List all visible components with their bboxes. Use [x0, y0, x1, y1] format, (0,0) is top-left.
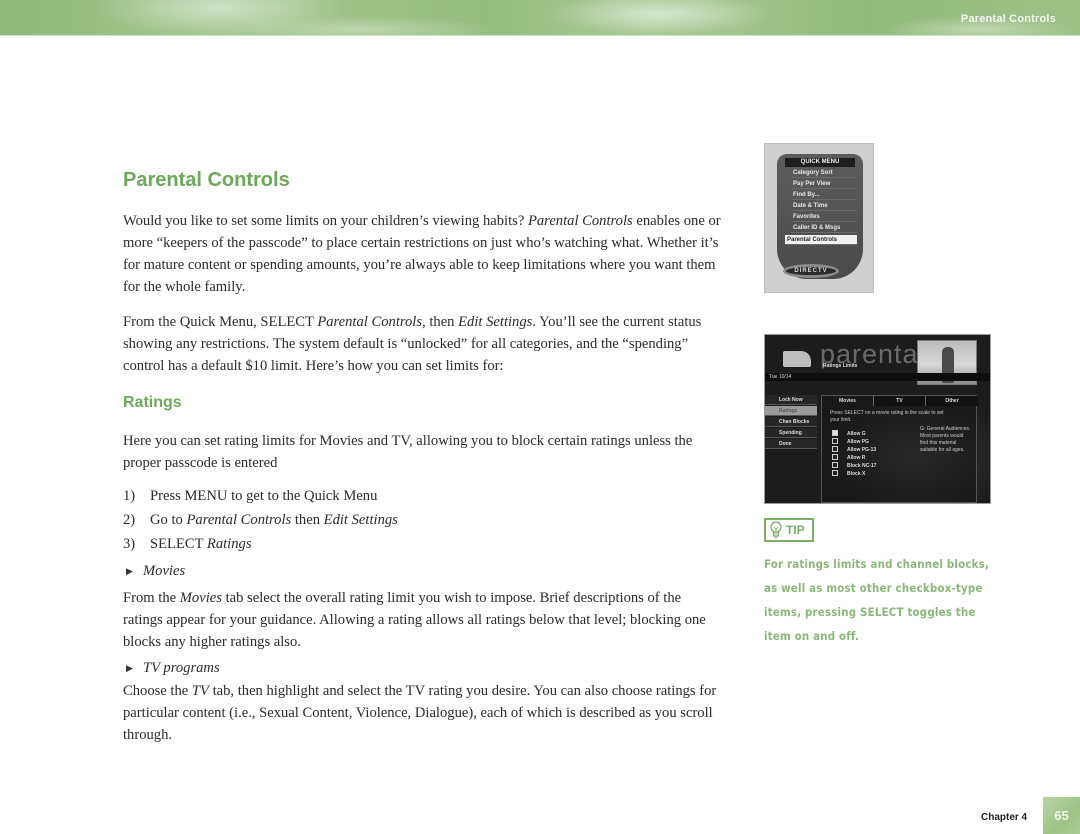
side-menu-item: Spending: [765, 428, 817, 438]
tv-bullet: ▶ TV programs: [126, 660, 220, 676]
ratings-intro: Here you can set rating limits for Movie…: [123, 433, 693, 471]
quick-menu-item: Pay Per View: [791, 179, 857, 189]
quick-menu-screenshot: QUICK MENU Category Sort Pay Per View Fi…: [764, 143, 874, 293]
side-menu-item: Lock Now: [765, 395, 817, 405]
intro-paragraph-2: From the Quick Menu, SELECT Parental Con…: [123, 314, 702, 374]
page-number: 65: [1043, 797, 1080, 834]
checkbox-icon: [832, 470, 838, 476]
instruction-text: Press SELECT on a movie rating in the sc…: [830, 410, 944, 423]
checkbox-icon: [832, 462, 838, 468]
quick-menu-item: Date & Time: [791, 201, 857, 211]
tab-tv: TV: [874, 396, 926, 406]
step-2: 2) Go to Parental Controls then Edit Sett…: [123, 512, 398, 528]
checkbox-icon: [832, 430, 838, 436]
step-3: 3) SELECT Ratings: [123, 536, 252, 552]
quick-menu-item: Category Sort: [791, 168, 857, 178]
screen-subtitle: Ratings Limits: [823, 363, 858, 369]
checkbox-icon: [832, 454, 838, 460]
quick-menu-item: Favorites: [791, 212, 857, 222]
rating-description: G: General Audiences. Most parents would…: [920, 426, 971, 453]
rating-row: Allow PG: [832, 438, 869, 446]
tip-badge: TIP: [764, 518, 814, 542]
lightbulb-icon: [770, 521, 782, 539]
rating-row: Allow R: [832, 454, 865, 462]
quick-menu-item: Find By...: [791, 190, 857, 200]
rating-row: Allow PG-13: [832, 446, 876, 454]
step-1: 1) Press MENU to get to the Quick Menu: [123, 488, 378, 504]
side-menu-item-selected: Ratings: [765, 406, 817, 416]
parental-controls-screenshot: parental Ratings Limits Tue 10/14 Lock N…: [764, 334, 991, 504]
tip-label: TIP: [786, 523, 805, 537]
page-title: Parental Controls: [123, 169, 290, 191]
directv-logo-icon: [783, 351, 811, 367]
directv-logo: DIRECTV: [783, 264, 839, 278]
movies-bullet: ▶ Movies: [126, 563, 186, 579]
side-menu-item: Chan Blocks: [765, 417, 817, 427]
tab-movies: Movies: [822, 396, 874, 406]
checkbox-icon: [832, 446, 838, 452]
triangle-bullet-icon: ▶: [126, 566, 133, 576]
movies-paragraph: From the Movies tab select the overall r…: [123, 590, 706, 650]
running-title: Parental Controls: [960, 13, 1056, 25]
tab-other: Other: [926, 396, 978, 406]
ratings-heading: Ratings: [123, 394, 182, 411]
rating-row: Allow G: [832, 430, 866, 438]
date-bar: Tue 10/14: [765, 373, 990, 381]
triangle-bullet-icon: ▶: [126, 663, 133, 673]
tip-text: For ratings limits and channel blocks, a…: [764, 557, 990, 643]
intro-paragraph-1: Would you like to set some limits on you…: [123, 213, 721, 295]
quick-menu-header: QUICK MENU: [785, 158, 855, 167]
header-band: Parental Controls: [0, 0, 1080, 36]
side-menu-item: Done: [765, 439, 817, 449]
quick-menu-item-selected: Parental Controls: [785, 235, 857, 245]
quick-menu-item: Caller ID & Msgs: [791, 223, 857, 233]
chapter-label: Chapter 4: [981, 812, 1028, 823]
ratings-panel: Movies TV Other Press SELECT on a movie …: [821, 395, 978, 503]
rating-row: Block X: [832, 470, 865, 478]
tv-paragraph: Choose the TV tab, then highlight and se…: [123, 683, 717, 743]
rating-row: Block NC-17: [832, 462, 876, 470]
checkbox-icon: [832, 438, 838, 444]
